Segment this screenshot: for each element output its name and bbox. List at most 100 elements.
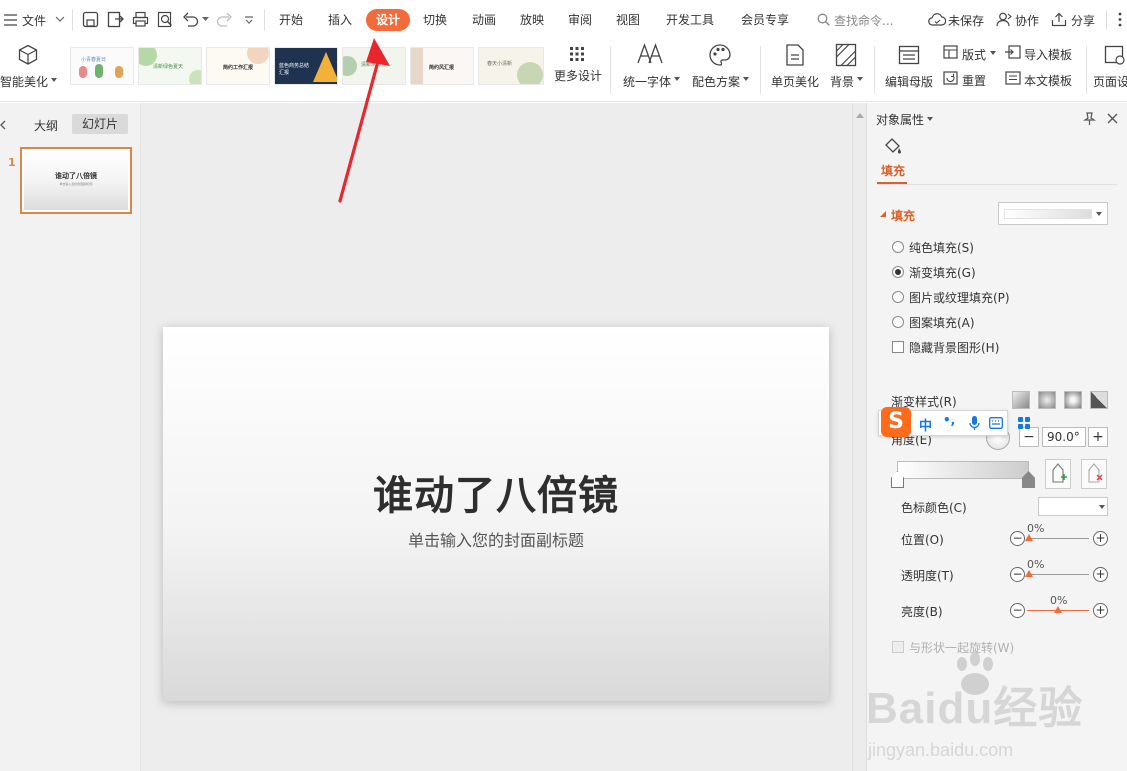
remove-stop-button[interactable] <box>1081 459 1107 489</box>
background-icon[interactable] <box>835 43 857 67</box>
chevron-down-icon[interactable] <box>743 77 749 81</box>
tab-home[interactable]: 开始 <box>279 9 303 31</box>
more-design-icon[interactable] <box>569 46 585 62</box>
chevron-down-icon[interactable] <box>51 78 57 82</box>
undo-icon[interactable] <box>182 11 199 28</box>
import-template-icon[interactable] <box>1005 45 1021 59</box>
hide-background-label[interactable]: 隐藏背景图形(H) <box>909 339 999 356</box>
picture-fill-label[interactable]: 图片或纹理填充(P) <box>909 289 1010 306</box>
slide-subtitle[interactable]: 单击输入您的封面副标题 <box>163 527 829 551</box>
angle-increment-button[interactable]: + <box>1088 427 1108 447</box>
hamburger-icon[interactable] <box>4 14 18 26</box>
unify-font-button[interactable]: 统一字体 <box>623 73 671 90</box>
gradient-fill-radio[interactable] <box>892 266 904 278</box>
fill-bucket-icon[interactable] <box>883 137 903 155</box>
chevron-down-icon[interactable] <box>55 16 65 23</box>
tab-slideshow[interactable]: 放映 <box>520 9 544 31</box>
position-increment-button[interactable]: + <box>1093 531 1108 546</box>
collapse-panel-icon[interactable] <box>0 120 6 130</box>
layout-icon[interactable] <box>943 45 958 59</box>
design-template[interactable]: 蓝色商务总结汇报 <box>274 47 338 85</box>
gradient-fill-label[interactable]: 渐变填充(G) <box>909 264 976 281</box>
slide-title[interactable]: 谁动了八倍镜 <box>163 463 829 521</box>
brightness-slider-thumb[interactable] <box>1054 606 1062 613</box>
tab-fill[interactable]: 填充 <box>881 162 905 179</box>
transparency-increment-button[interactable]: + <box>1093 567 1108 582</box>
print-icon[interactable] <box>132 11 149 28</box>
tab-outline[interactable]: 大纲 <box>34 117 58 134</box>
tab-developer[interactable]: 开发工具 <box>666 9 714 31</box>
tab-view[interactable]: 视图 <box>616 9 640 31</box>
cloud-sync-icon[interactable] <box>928 13 946 26</box>
transparency-slider-track[interactable] <box>1027 574 1089 575</box>
tab-member[interactable]: 会员专享 <box>741 9 789 31</box>
collaborate-icon[interactable] <box>996 12 1012 27</box>
solid-fill-radio[interactable] <box>892 241 904 253</box>
design-template[interactable]: 简约风汇报 <box>410 47 474 85</box>
color-palette-icon[interactable] <box>708 43 732 67</box>
reset-button[interactable]: 重置 <box>962 72 986 89</box>
share-icon[interactable] <box>1051 12 1067 27</box>
design-template[interactable]: 春天小清新 <box>478 47 544 85</box>
keyboard-icon[interactable] <box>989 417 1003 429</box>
single-page-beautify-icon[interactable] <box>785 43 805 67</box>
pattern-fill-label[interactable]: 图案填充(A) <box>909 314 975 331</box>
search-input[interactable]: 查找命令... <box>834 12 893 29</box>
print-preview-icon[interactable] <box>157 11 174 28</box>
ime-toolbox-icon[interactable] <box>1017 416 1031 430</box>
save-icon[interactable] <box>82 11 99 28</box>
single-page-beautify-button[interactable]: 单页美化 <box>771 73 819 90</box>
design-template[interactable]: 简约工作汇报 <box>206 47 270 85</box>
scroll-up-icon[interactable] <box>856 113 864 118</box>
fill-color-dropdown[interactable] <box>998 202 1108 225</box>
gradient-style-rectangular[interactable] <box>1064 391 1082 409</box>
position-slider-thumb[interactable] <box>1025 534 1033 541</box>
add-stop-button[interactable] <box>1045 459 1071 489</box>
file-menu[interactable]: 文件 <box>22 12 46 29</box>
pattern-fill-radio[interactable] <box>892 316 904 328</box>
edit-master-icon[interactable] <box>898 45 920 65</box>
design-template[interactable]: 小青春夏日 <box>70 47 134 85</box>
tab-transitions[interactable]: 切换 <box>423 9 447 31</box>
this-template-button[interactable]: 本文模板 <box>1024 72 1072 89</box>
panel-title[interactable]: 对象属性 <box>876 111 924 128</box>
position-decrement-button[interactable]: − <box>1010 531 1025 546</box>
undo-dropdown-icon[interactable] <box>202 17 209 22</box>
gradient-style-radial[interactable] <box>1038 391 1056 409</box>
tab-animations[interactable]: 动画 <box>472 9 496 31</box>
position-slider-track[interactable] <box>1027 538 1089 539</box>
transparency-decrement-button[interactable]: − <box>1010 567 1025 582</box>
unsaved-status[interactable]: 未保存 <box>948 12 984 29</box>
export-pdf-icon[interactable] <box>107 11 124 28</box>
ime-toolbar[interactable]: S 中 •, <box>878 407 1030 437</box>
hide-background-checkbox[interactable] <box>892 341 904 353</box>
chevron-down-icon[interactable] <box>990 51 996 55</box>
gradient-style-linear[interactable] <box>1012 391 1030 409</box>
chevron-down-icon[interactable] <box>927 117 933 121</box>
more-design-button[interactable]: 更多设计 <box>554 67 602 84</box>
stop-color-dropdown[interactable] <box>1038 497 1108 516</box>
this-template-icon[interactable] <box>1005 71 1021 85</box>
pin-icon[interactable] <box>1083 112 1096 125</box>
tab-review[interactable]: 审阅 <box>568 9 592 31</box>
customize-toolbar-icon[interactable] <box>244 15 254 25</box>
chevron-down-icon[interactable] <box>857 77 863 81</box>
chevron-down-icon[interactable] <box>674 77 680 81</box>
ime-punctuation-indicator[interactable]: •, <box>943 413 955 427</box>
page-setup-icon[interactable] <box>1104 45 1126 65</box>
unify-font-icon[interactable] <box>637 43 665 65</box>
design-template[interactable]: 清新绿色夏天 <box>138 47 202 85</box>
brightness-increment-button[interactable]: + <box>1093 603 1108 618</box>
reset-icon[interactable] <box>943 71 958 85</box>
gradient-style-path[interactable] <box>1090 391 1108 409</box>
layout-button[interactable]: 版式 <box>962 46 986 63</box>
more-vertical-icon[interactable] <box>1118 12 1122 27</box>
smart-beautify-button[interactable]: 智能美化 <box>0 73 48 90</box>
background-button[interactable]: 背景 <box>830 73 854 90</box>
page-setup-button[interactable]: 页面设 <box>1093 73 1127 90</box>
redo-icon[interactable] <box>216 11 233 28</box>
tab-slides[interactable]: 幻灯片 <box>72 114 128 134</box>
edit-master-button[interactable]: 编辑母版 <box>885 73 933 90</box>
angle-input[interactable]: 90.0° <box>1042 427 1086 447</box>
color-scheme-button[interactable]: 配色方案 <box>692 73 740 90</box>
